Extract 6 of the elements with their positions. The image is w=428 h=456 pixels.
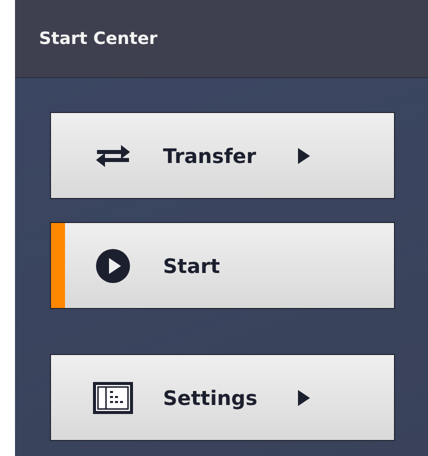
settings-icon xyxy=(93,382,133,414)
menu-button[interactable]: Start xyxy=(50,222,395,309)
menu-button[interactable]: Settings xyxy=(50,354,395,441)
menu-button[interactable]: Transfer xyxy=(50,112,395,199)
play-icon xyxy=(96,248,130,282)
panel-title: Start Center xyxy=(39,28,158,48)
